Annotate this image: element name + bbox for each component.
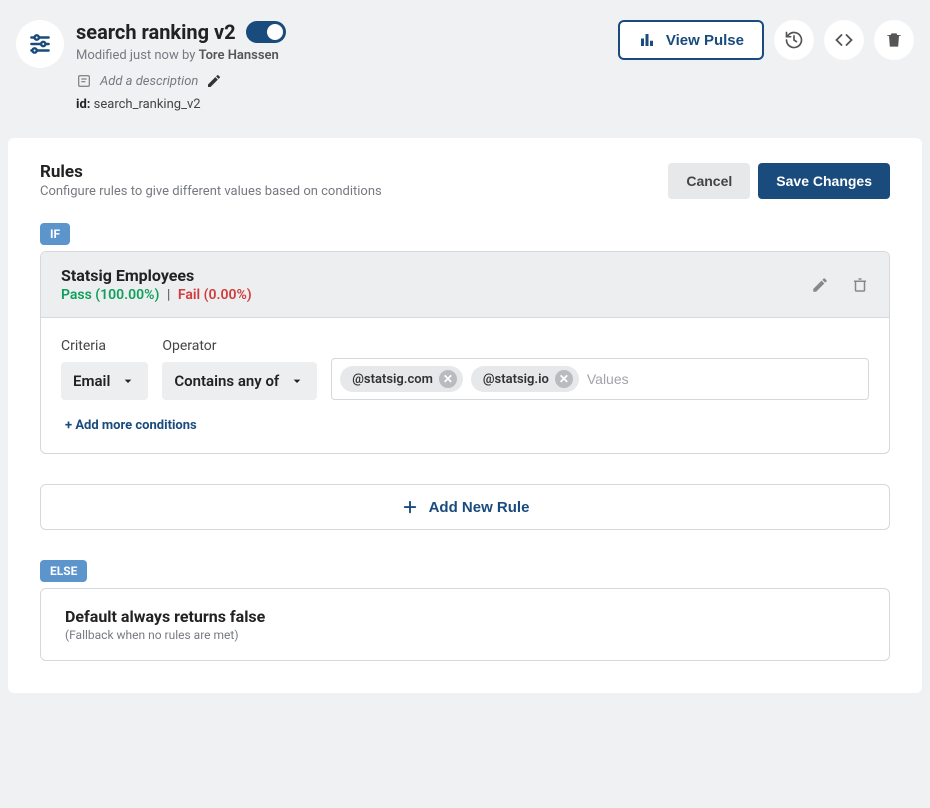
remove-chip-icon[interactable]: ✕ <box>439 370 457 388</box>
add-rule-button[interactable]: Add New Rule <box>40 484 890 530</box>
modified-text: Modified just now by Tore Hanssen <box>76 48 606 63</box>
note-icon <box>76 73 92 89</box>
operator-label: Operator <box>162 338 317 354</box>
operator-select[interactable]: Contains any of <box>162 362 317 400</box>
page-title: search ranking v2 <box>76 20 236 44</box>
code-icon <box>834 30 854 50</box>
else-subtitle: (Fallback when no rules are met) <box>65 628 865 642</box>
cancel-button[interactable]: Cancel <box>668 163 750 199</box>
delete-rule-icon[interactable] <box>851 276 869 294</box>
edit-rule-icon[interactable] <box>811 276 829 294</box>
values-input[interactable]: @statsig.com ✕ @statsig.io ✕ <box>331 358 869 400</box>
add-conditions-link[interactable]: + Add more conditions <box>65 418 197 433</box>
chevron-down-icon <box>289 373 305 389</box>
else-badge: ELSE <box>40 560 87 582</box>
add-description[interactable]: Add a description <box>76 73 606 89</box>
bar-chart-icon <box>638 31 656 49</box>
delete-button[interactable] <box>874 20 914 60</box>
code-button[interactable] <box>824 20 864 60</box>
rule-stats: Pass (100.00%) | Fail (0.00%) <box>61 287 252 303</box>
value-chip: @statsig.com ✕ <box>340 366 463 392</box>
save-button[interactable]: Save Changes <box>758 163 890 199</box>
if-badge: IF <box>40 223 70 245</box>
history-button[interactable] <box>774 20 814 60</box>
plus-icon <box>401 498 419 516</box>
rules-subheading: Configure rules to give different values… <box>40 184 382 199</box>
criteria-select[interactable]: Email <box>61 362 148 400</box>
trash-icon <box>884 30 904 50</box>
value-chip: @statsig.io ✕ <box>471 366 579 392</box>
feature-icon <box>16 20 64 68</box>
criteria-label: Criteria <box>61 338 148 354</box>
remove-chip-icon[interactable]: ✕ <box>555 370 573 388</box>
chevron-down-icon <box>120 373 136 389</box>
enabled-toggle[interactable] <box>246 21 286 43</box>
rule-name: Statsig Employees <box>61 266 252 285</box>
rule-box: Statsig Employees Pass (100.00%) | Fail … <box>40 251 890 454</box>
pencil-icon <box>206 73 222 89</box>
view-pulse-button[interactable]: View Pulse <box>618 20 764 60</box>
rules-heading: Rules <box>40 162 382 182</box>
else-box: Default always returns false (Fallback w… <box>40 588 890 661</box>
else-title: Default always returns false <box>65 607 865 626</box>
history-icon <box>784 30 804 50</box>
id-row: id: search_ranking_v2 <box>76 97 606 112</box>
values-text-input[interactable] <box>587 371 860 387</box>
